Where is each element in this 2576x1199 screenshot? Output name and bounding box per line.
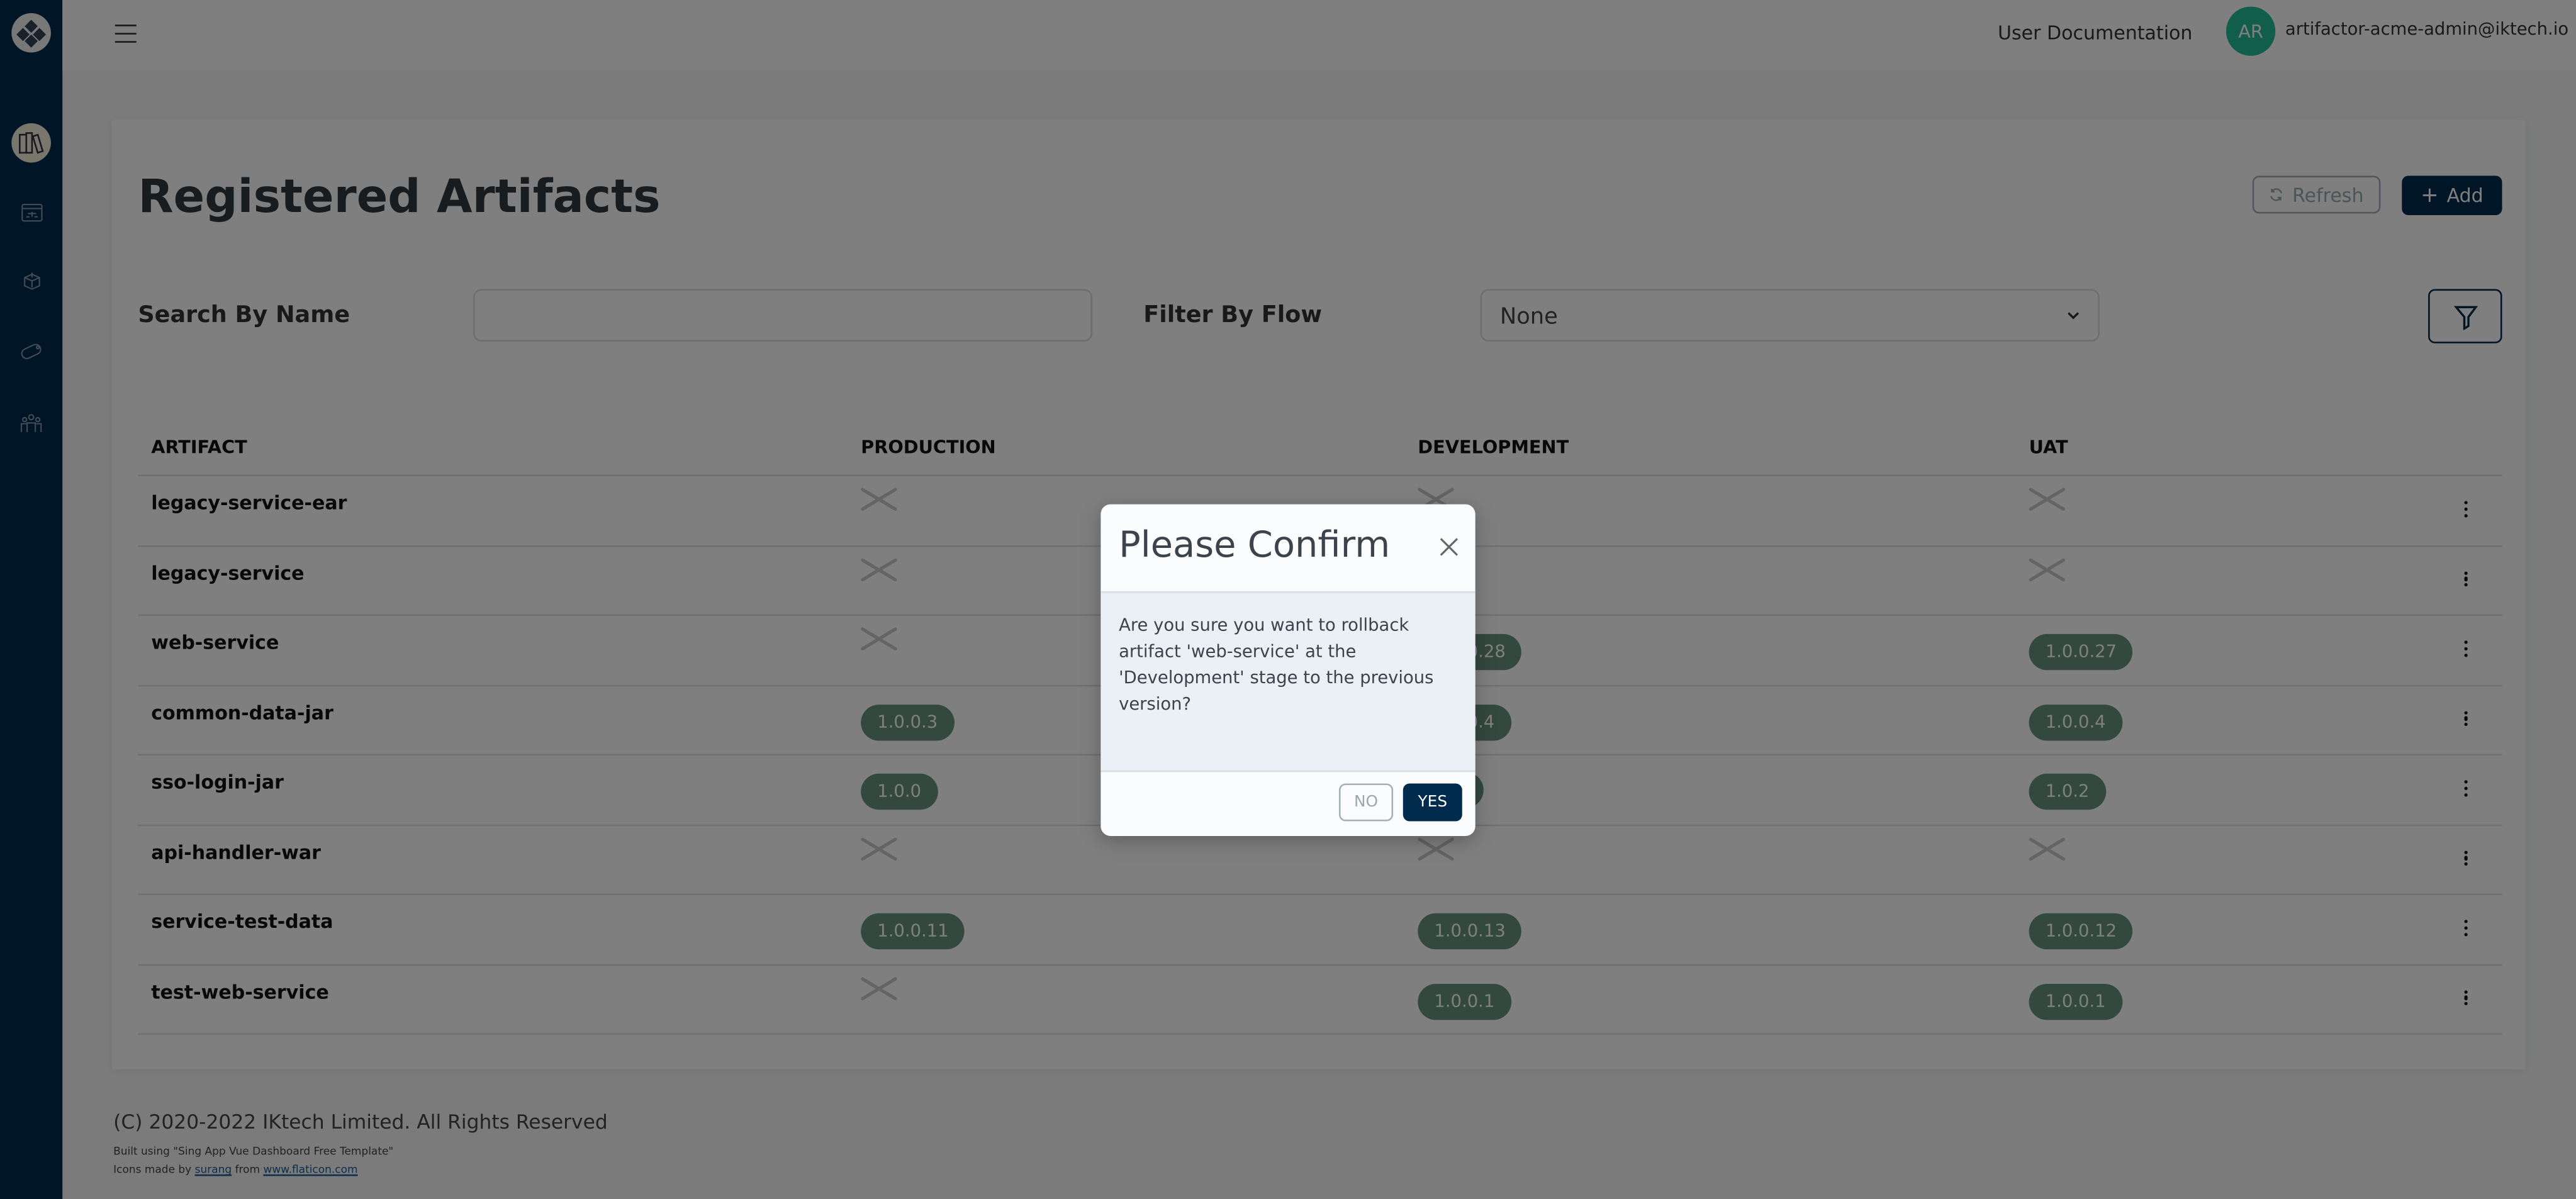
no-button[interactable]: NO [1338,783,1394,822]
dialog-message: Are you sure you want to rollback artifa… [1119,616,1434,715]
confirm-dialog: Please Confirm Are you sure you want to … [1100,504,1476,836]
dialog-title: Please Confirm [1119,525,1391,567]
yes-button[interactable]: YES [1403,783,1462,822]
close-icon[interactable] [1438,535,1461,559]
dialog-body: Are you sure you want to rollback artifa… [1100,591,1476,772]
app-root: User Documentation AR artifactor-acme-ad… [0,0,2576,1199]
